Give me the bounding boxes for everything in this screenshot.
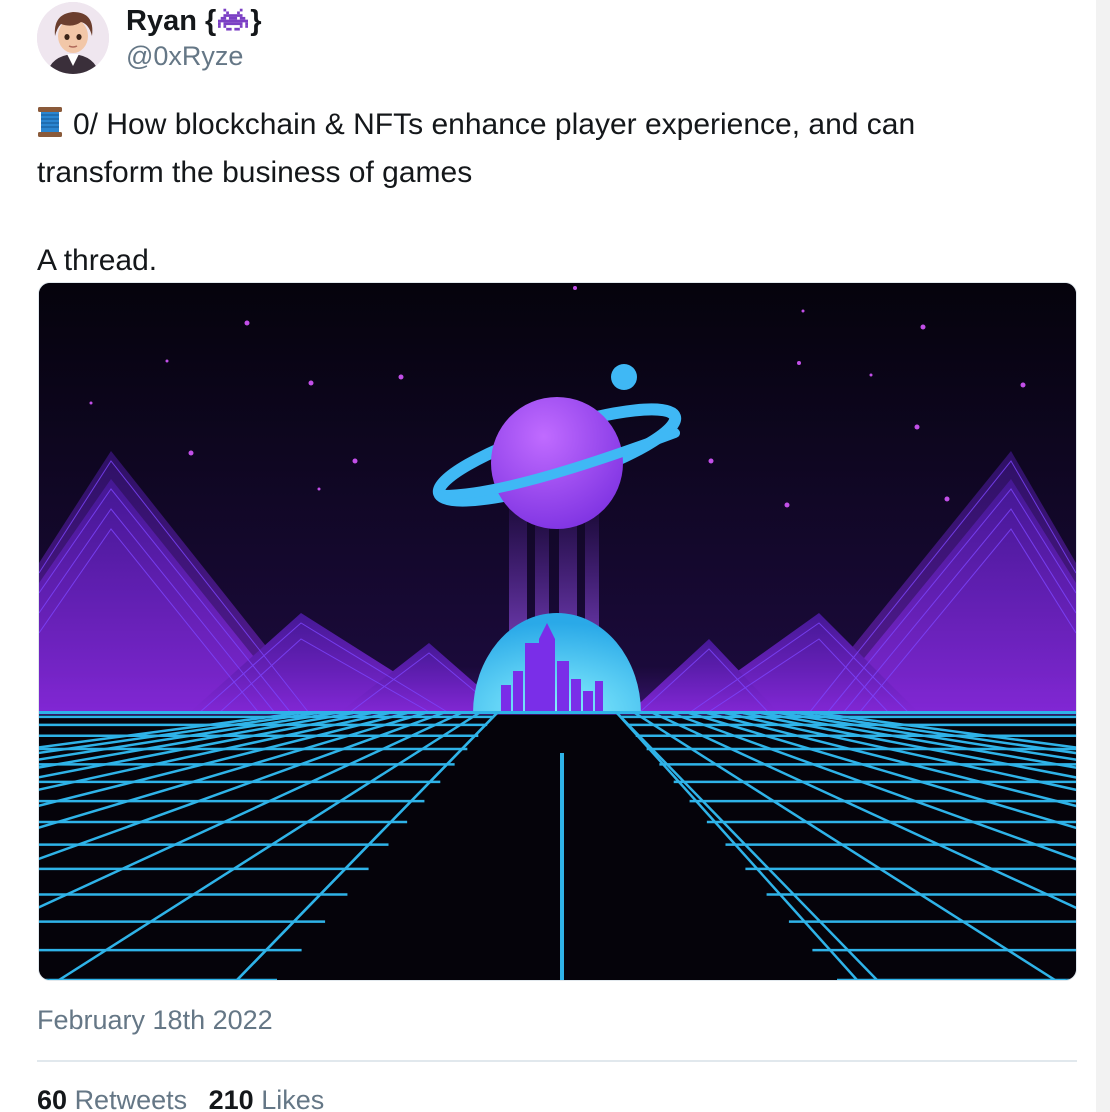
tweet-timestamp[interactable]: February 18th 2022 — [37, 1003, 273, 1037]
retweets-label: Retweets — [74, 1085, 188, 1112]
tweet-media-image[interactable] — [38, 282, 1077, 981]
tweet-text-line-1-text: 0/ How blockchain & NFTs enhance player … — [73, 108, 916, 141]
cartoon-avatar-icon — [37, 2, 109, 74]
synthwave-planet-city-image — [39, 283, 1076, 980]
alien-monster-icon — [218, 8, 249, 42]
spool-of-thread-icon — [37, 106, 63, 151]
avatar[interactable] — [37, 2, 109, 74]
display-name-text: Ryan { — [126, 5, 217, 37]
display-name-suffix: } — [250, 5, 262, 37]
tweet-page: Ryan { } @0xRyze 0/ How blockchain & NFT… — [0, 0, 1110, 1112]
author-handle[interactable]: @0xRyze — [126, 40, 243, 72]
tweet-text-line-2: transform the business of games — [37, 156, 473, 189]
likes-stat[interactable]: 210 Likes — [209, 1085, 325, 1112]
tweet-text: 0/ How blockchain & NFTs enhance player … — [37, 103, 1037, 283]
scrollbar-gutter — [1096, 0, 1110, 1112]
retweets-stat[interactable]: 60 Retweets — [37, 1085, 187, 1112]
divider — [37, 1060, 1077, 1062]
likes-count: 210 — [208, 1085, 254, 1112]
author-display-name[interactable]: Ryan { } — [126, 4, 262, 42]
retweets-count: 60 — [37, 1085, 68, 1112]
tweet-text-line-3: A thread. — [37, 244, 158, 277]
likes-label: Likes — [261, 1085, 325, 1112]
tweet-text-line-1: 0/ How blockchain & NFTs enhance player … — [37, 103, 1037, 151]
tweet-stats: 60 Retweets 210 Likes — [37, 1083, 338, 1112]
